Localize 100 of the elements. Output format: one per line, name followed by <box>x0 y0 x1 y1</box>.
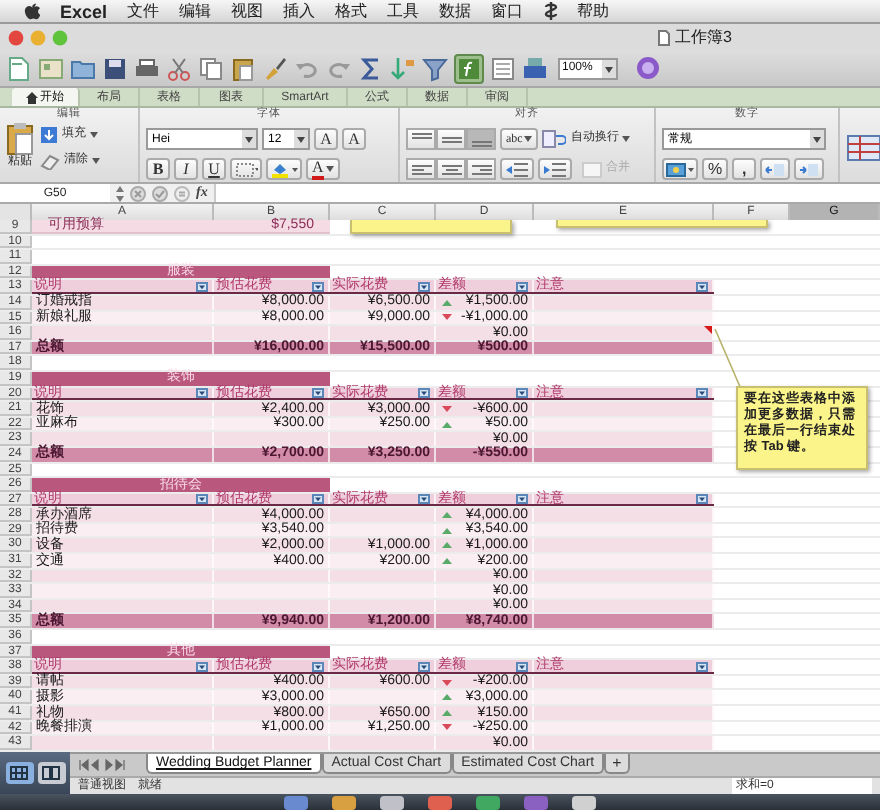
align-bottom-button[interactable] <box>466 128 496 150</box>
underline-button[interactable]: U <box>202 158 226 180</box>
menu-item[interactable]: 插入 <box>283 1 316 21</box>
filter-dropdown-icon[interactable] <box>696 281 708 292</box>
help-icon[interactable] <box>636 56 660 80</box>
filter-dropdown-icon[interactable] <box>312 493 324 504</box>
apple-icon[interactable] <box>24 2 40 20</box>
clipboard-icon <box>6 122 34 156</box>
filter-dropdown-icon[interactable] <box>312 281 324 292</box>
app-icon[interactable] <box>380 796 404 810</box>
percent-button[interactable]: % <box>702 158 729 180</box>
filter-dropdown-icon[interactable] <box>196 661 208 672</box>
decrease-decimal-icon <box>798 161 821 177</box>
align-center-button[interactable] <box>436 158 466 180</box>
stepper-icon[interactable] <box>116 185 124 201</box>
new-sheet-button[interactable]: + <box>604 754 630 774</box>
app-icon[interactable] <box>572 796 596 810</box>
decrease-indent-button[interactable] <box>500 158 534 180</box>
filter-dropdown-icon[interactable] <box>516 661 528 672</box>
filter-dropdown-icon[interactable] <box>312 387 324 398</box>
toolbox-icon[interactable] <box>522 55 548 81</box>
menu-item[interactable]: 工具 <box>387 1 420 21</box>
paintbrush-icon[interactable] <box>262 55 288 81</box>
bold-button[interactable]: B <box>146 158 170 180</box>
filter-dropdown-icon[interactable] <box>516 281 528 292</box>
normal-view-button[interactable] <box>5 762 33 784</box>
filter-dropdown-icon[interactable] <box>312 661 324 672</box>
close-button[interactable] <box>8 29 24 45</box>
script-icon[interactable] <box>543 2 558 20</box>
dropdown-icon[interactable] <box>810 130 824 148</box>
lines-icon <box>409 161 433 177</box>
home-icon <box>26 91 38 103</box>
filter-dropdown-icon[interactable] <box>516 387 528 398</box>
fill-color-icon <box>270 161 298 177</box>
print-icon[interactable] <box>134 55 160 81</box>
menu-item[interactable]: 数据 <box>439 1 472 21</box>
decrease-decimal-button[interactable] <box>794 158 825 180</box>
filter-dropdown-icon[interactable] <box>418 493 430 504</box>
menu-item[interactable]: 文件 <box>127 1 160 21</box>
menu-item[interactable]: 编辑 <box>179 1 212 21</box>
formula-builder-button[interactable] <box>454 53 484 83</box>
leader-line <box>714 328 742 390</box>
align-middle-button[interactable] <box>436 128 466 150</box>
formula-input[interactable] <box>213 184 880 202</box>
new-document-icon[interactable] <box>6 55 32 81</box>
increase-indent-button[interactable] <box>538 158 572 180</box>
filter-dropdown-icon[interactable] <box>418 387 430 398</box>
wrap-icon <box>542 130 567 148</box>
app-icon[interactable] <box>284 796 308 810</box>
align-top-button[interactable] <box>406 128 436 150</box>
align-right-button[interactable] <box>466 158 496 180</box>
app-menu[interactable]: Excel <box>60 1 108 21</box>
menu-item[interactable]: 窗口 <box>491 1 524 21</box>
lines-icon <box>439 131 463 147</box>
dropdown-icon[interactable] <box>602 59 616 77</box>
save-icon[interactable] <box>102 55 128 81</box>
filter-dropdown-icon[interactable] <box>516 493 528 504</box>
caret-icon <box>622 136 631 142</box>
scissors-icon[interactable] <box>166 55 192 81</box>
currency-button[interactable] <box>662 158 698 180</box>
merge-cells-icon <box>582 161 602 177</box>
comment-marker-icon[interactable] <box>704 326 712 335</box>
filter-dropdown-icon[interactable] <box>418 281 430 292</box>
filter-dropdown-icon[interactable] <box>418 661 430 672</box>
check-icon[interactable] <box>152 185 168 201</box>
shrink-font-button[interactable]: A <box>342 128 366 150</box>
app-icon[interactable] <box>428 796 452 810</box>
menu-item[interactable]: 格式 <box>335 1 368 21</box>
copy-icon[interactable] <box>198 55 224 81</box>
currency-icon <box>666 161 694 177</box>
fill-color-button[interactable] <box>266 158 302 180</box>
paste-icon[interactable] <box>230 55 256 81</box>
align-left-button[interactable] <box>406 158 436 180</box>
app-icon[interactable] <box>332 796 356 810</box>
borders-button[interactable] <box>230 158 262 180</box>
increase-decimal-button[interactable] <box>760 158 791 180</box>
app-icon[interactable] <box>476 796 500 810</box>
page-layout-view-button[interactable] <box>37 762 65 784</box>
filter-dropdown-icon[interactable] <box>196 281 208 292</box>
decrease-indent-icon <box>504 161 530 177</box>
italic-button[interactable]: I <box>174 158 198 180</box>
dropdown-icon[interactable] <box>294 130 308 148</box>
menu-item[interactable]: 视图 <box>231 1 264 21</box>
filter-icon[interactable] <box>422 55 448 81</box>
menu-item[interactable]: 帮助 <box>577 1 610 21</box>
cancel-icon[interactable] <box>130 185 146 201</box>
filter-dropdown-icon[interactable] <box>696 387 708 398</box>
filter-dropdown-icon[interactable] <box>696 661 708 672</box>
filter-dropdown-icon[interactable] <box>696 493 708 504</box>
pages-icon <box>42 766 60 780</box>
gallery-icon[interactable] <box>490 55 516 81</box>
grow-font-button[interactable]: A <box>314 128 338 150</box>
font-color-button[interactable]: A <box>306 158 340 180</box>
filter-dropdown-icon[interactable] <box>196 493 208 504</box>
comma-button[interactable]: , <box>732 158 757 180</box>
filter-dropdown-icon[interactable] <box>196 387 208 398</box>
dropdown-icon[interactable] <box>242 130 256 148</box>
sum-icon[interactable] <box>358 55 384 81</box>
down-arrow-icon <box>40 126 58 144</box>
open-folder-icon[interactable] <box>70 55 96 81</box>
